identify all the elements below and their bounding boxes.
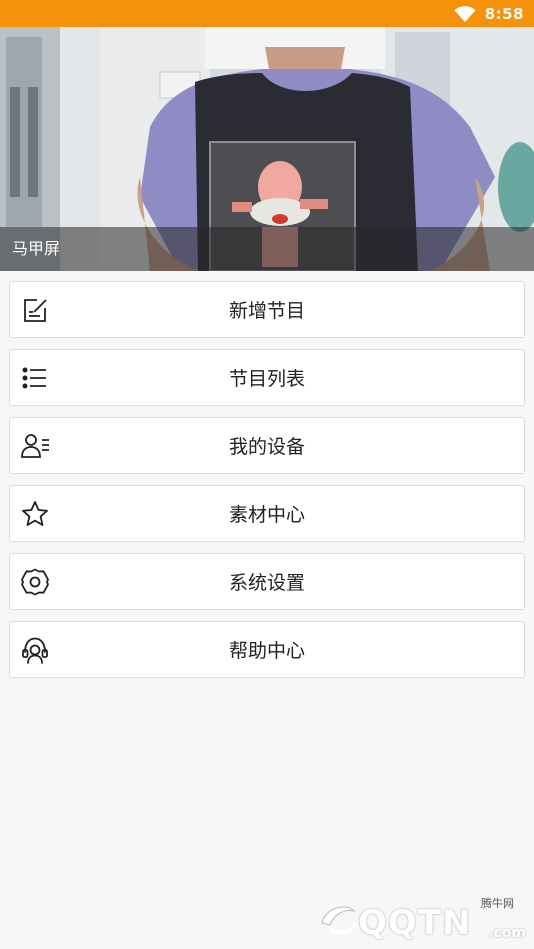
status-time: 8:58: [484, 4, 524, 23]
watermark-small-text: 腾牛网: [481, 897, 514, 910]
banner-caption: 马甲屏: [12, 239, 61, 258]
watermark: QQTN 腾牛网 .com: [316, 891, 526, 943]
watermark-suffix: .com: [488, 925, 526, 941]
edit-icon: [20, 295, 50, 325]
menu-item-program-list[interactable]: 节目列表: [9, 349, 525, 406]
watermark-brand: QQTN: [358, 903, 472, 943]
menu-item-label: 我的设备: [228, 436, 305, 458]
menu-item-label: 素材中心: [228, 504, 305, 526]
headset-icon: [20, 635, 50, 665]
menu-item-label: 系统设置: [228, 572, 305, 594]
list-icon: [20, 363, 50, 393]
gear-icon: [20, 567, 50, 597]
menu-item-help-center[interactable]: 帮助中心: [9, 621, 525, 678]
star-icon: [20, 499, 50, 529]
main-menu: 新增节目 节目列表 我的设备 素材中心 系统设置 帮助中心: [9, 281, 525, 689]
menu-item-label: 新增节目: [228, 300, 305, 322]
wifi-icon: [454, 5, 476, 22]
menu-item-material-center[interactable]: 素材中心: [9, 485, 525, 542]
user-list-icon: [20, 431, 50, 461]
menu-item-my-devices[interactable]: 我的设备: [9, 417, 525, 474]
menu-item-new-program[interactable]: 新增节目: [9, 281, 525, 338]
status-bar: 8:58: [0, 0, 534, 27]
menu-item-label: 帮助中心: [228, 640, 305, 662]
menu-item-system-settings[interactable]: 系统设置: [9, 553, 525, 610]
menu-item-label: 节目列表: [228, 368, 305, 390]
banner-caption-bar: [0, 227, 534, 271]
watermark-logo-icon: [321, 906, 358, 935]
banner-image[interactable]: 马甲屏: [0, 27, 534, 271]
